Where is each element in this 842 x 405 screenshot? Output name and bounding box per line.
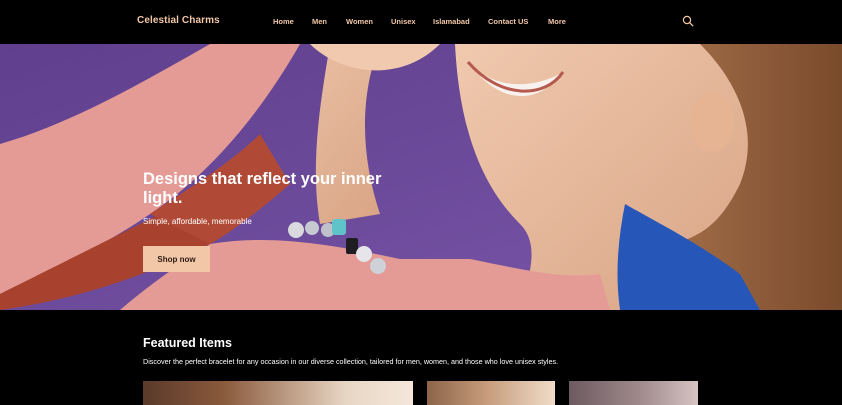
hero-title: Designs that reflect your inner light. (143, 170, 382, 207)
top-nav-bar: Celestial Charms Home Men Women Unisex I… (0, 0, 842, 44)
page: Celestial Charms Home Men Women Unisex I… (0, 0, 842, 405)
nav-men[interactable]: Men (312, 17, 327, 26)
featured-card[interactable] (427, 381, 555, 405)
nav-unisex[interactable]: Unisex (391, 17, 416, 26)
nav-more[interactable]: More (548, 17, 566, 26)
hero-image (0, 44, 842, 310)
shop-now-button[interactable]: Shop now (143, 246, 210, 272)
featured-card[interactable] (143, 381, 413, 405)
featured-title: Featured Items (143, 336, 232, 350)
hero-banner: Designs that reflect your inner light. S… (0, 44, 842, 310)
brand-logo[interactable]: Celestial Charms (137, 15, 220, 26)
nav-home[interactable]: Home (273, 17, 294, 26)
featured-description: Discover the perfect bracelet for any oc… (143, 357, 559, 366)
nav-islamabad[interactable]: Islamabad (433, 17, 470, 26)
hero-subtitle: Simple, affordable, memorable (143, 217, 252, 226)
search-icon[interactable] (682, 15, 694, 27)
nav-women[interactable]: Women (346, 17, 373, 26)
featured-card[interactable] (569, 381, 698, 405)
nav-contact-us[interactable]: Contact US (488, 17, 528, 26)
